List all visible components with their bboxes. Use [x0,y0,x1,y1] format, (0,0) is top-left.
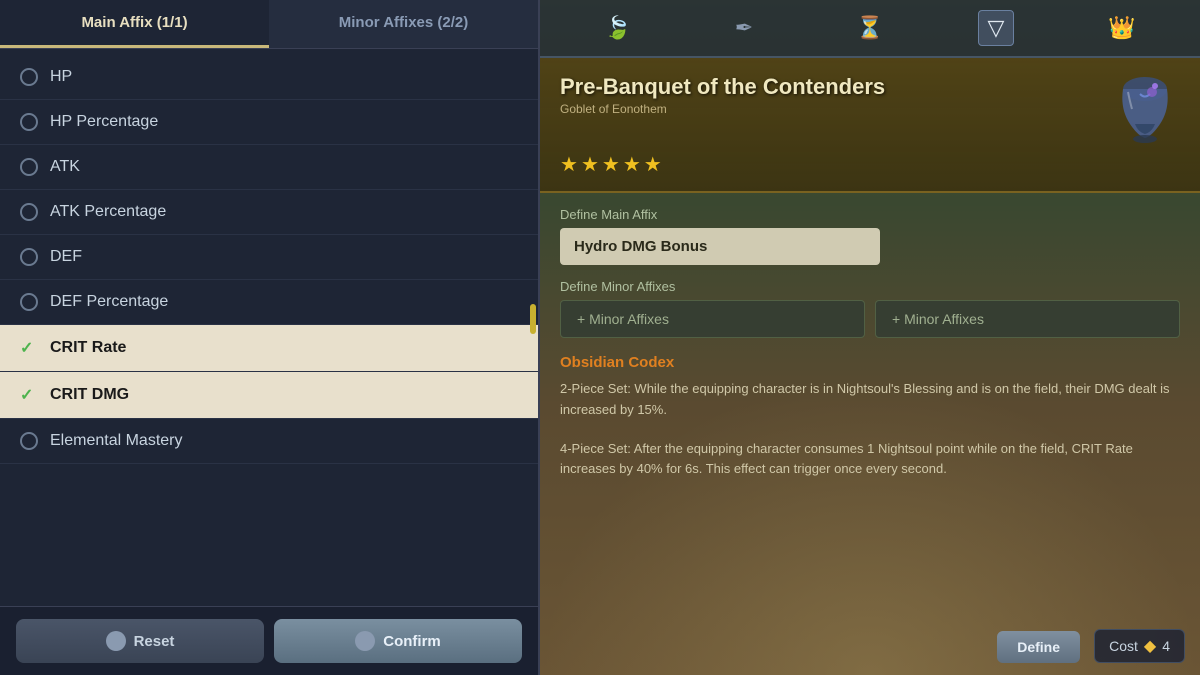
scrollbar[interactable] [530,304,536,334]
item-content: Define Main Affix Hydro DMG Bonus Define… [540,193,1200,675]
reset-button[interactable]: Reset [16,619,264,663]
item-title-block: Pre-Banquet of the Contenders Goblet of … [560,74,885,116]
goblet-icon [1110,74,1180,144]
label-elemental-mastery: Elemental Mastery [50,432,183,450]
item-subtitle: Goblet of Eonothem [560,102,885,116]
radio-atk [20,158,38,176]
label-crit-dmg: CRIT DMG [50,386,129,404]
minor-affix-row: + Minor Affixes + Minor Affixes [560,300,1180,338]
checkmark-crit-dmg: ✓ [20,385,38,405]
list-item[interactable]: ATK [0,145,538,190]
label-atk: ATK [50,158,80,176]
set-name: Obsidian Codex [560,354,1180,371]
tab-icon-hourglass[interactable]: ⏳ [852,10,888,46]
confirm-icon [355,631,375,651]
list-item[interactable]: Elemental Mastery [0,419,538,464]
stars-row: ★ ★ ★ ★ ★ [560,152,1180,177]
list-item[interactable]: DEF [0,235,538,280]
cost-gem-icon: ◆ [1144,636,1156,656]
bottom-buttons: Reset Confirm [0,606,538,675]
star-2: ★ [581,152,599,177]
label-def: DEF [50,248,82,266]
item-header: Pre-Banquet of the Contenders Goblet of … [540,58,1200,193]
minor-affix-btn-1[interactable]: + Minor Affixes [560,300,865,338]
radio-atk-pct [20,203,38,221]
right-panel: 🍃 ✒ ⏳ ▽ 👑 Pre-Banquet of the Contenders … [540,0,1200,675]
label-def-pct: DEF Percentage [50,293,168,311]
tab-main-affix[interactable]: Main Affix (1/1) [0,0,269,48]
list-item[interactable]: HP [0,55,538,100]
cost-label: Cost [1109,638,1138,654]
star-5: ★ [644,152,662,177]
tab-icon-crown[interactable]: 👑 [1104,10,1140,46]
checkmark-crit-rate: ✓ [20,338,38,358]
label-atk-pct: ATK Percentage [50,203,166,221]
radio-def-pct [20,293,38,311]
list-item-crit-rate[interactable]: ✓ CRIT Rate [0,325,538,372]
item-name: Pre-Banquet of the Contenders [560,74,885,100]
tab-icon-goblet[interactable]: ▽ [978,10,1014,46]
set-desc-2piece: 2-Piece Set: While the equipping charact… [560,379,1180,421]
tab-icon-pen[interactable]: ✒ [726,10,762,46]
label-hp: HP [50,68,72,86]
star-4: ★ [623,152,641,177]
reset-icon [106,631,126,651]
radio-hp-pct [20,113,38,131]
minor-affix-label: Define Minor Affixes [560,279,1180,294]
list-item[interactable]: HP Percentage [0,100,538,145]
list-item[interactable]: ATK Percentage [0,190,538,235]
list-item[interactable]: DEF Percentage [0,280,538,325]
define-button[interactable]: Define [997,631,1080,663]
radio-elemental-mastery [20,432,38,450]
star-3: ★ [602,152,620,177]
tab-icon-leaf[interactable]: 🍃 [600,10,636,46]
star-1: ★ [560,152,578,177]
list-item-crit-dmg[interactable]: ✓ CRIT DMG [0,372,538,419]
cost-bar: Cost ◆ 4 [1094,629,1185,663]
tab-minor-affixes[interactable]: Minor Affixes (2/2) [269,0,538,48]
label-crit-rate: CRIT Rate [50,339,126,357]
cost-value: 4 [1162,638,1170,654]
tab-bar: Main Affix (1/1) Minor Affixes (2/2) [0,0,538,49]
minor-affix-btn-2[interactable]: + Minor Affixes [875,300,1180,338]
affix-list: HP HP Percentage ATK ATK Percentage DEF … [0,49,538,606]
item-title-row: Pre-Banquet of the Contenders Goblet of … [560,74,1180,144]
set-desc-4piece: 4-Piece Set: After the equipping charact… [560,439,1180,481]
left-panel: Main Affix (1/1) Minor Affixes (2/2) HP … [0,0,540,675]
radio-hp [20,68,38,86]
top-tab-icons: 🍃 ✒ ⏳ ▽ 👑 [540,0,1200,58]
main-affix-value[interactable]: Hydro DMG Bonus [560,228,880,265]
label-hp-pct: HP Percentage [50,113,158,131]
radio-def [20,248,38,266]
confirm-button[interactable]: Confirm [274,619,522,663]
main-affix-label: Define Main Affix [560,207,1180,222]
